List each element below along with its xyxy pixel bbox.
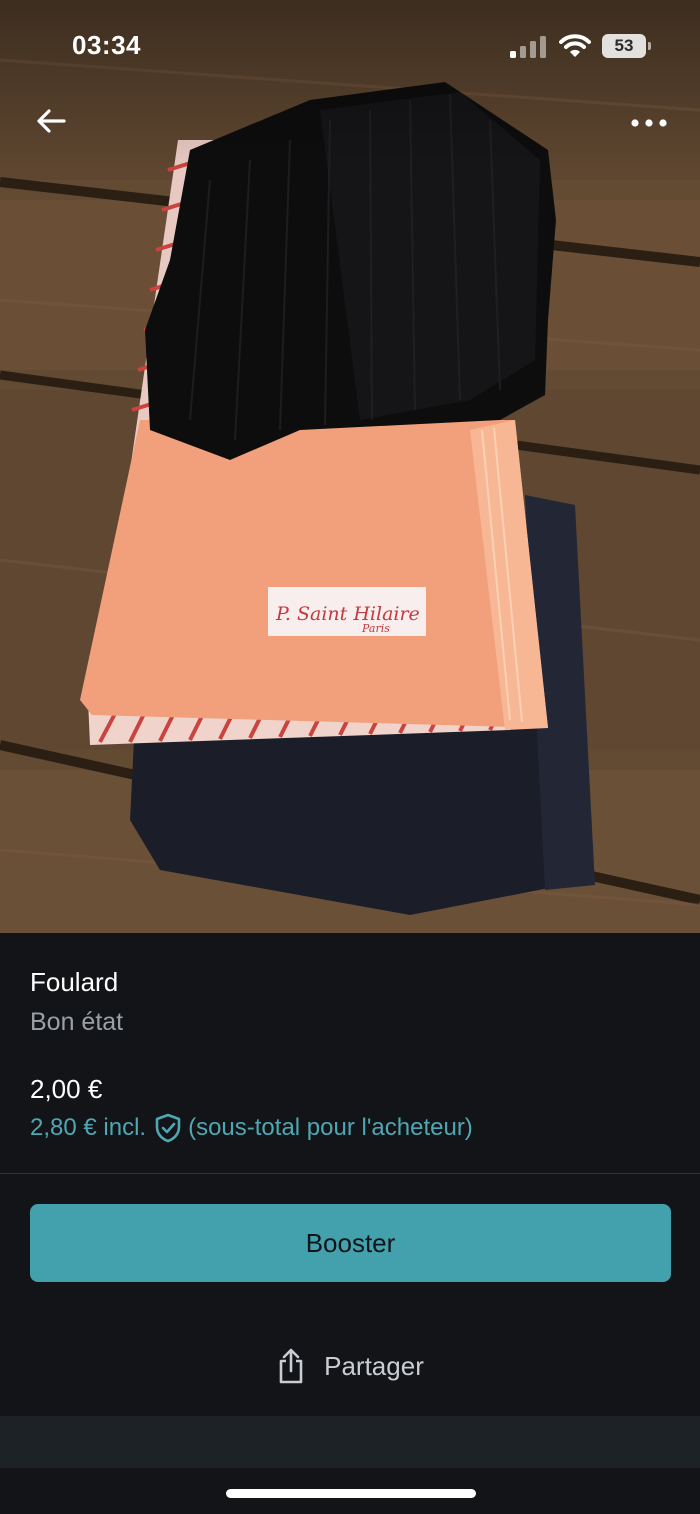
back-button[interactable] — [26, 98, 76, 144]
buyer-price-row[interactable]: 2,80 € incl. (sous-total pour l'acheteur… — [30, 1113, 473, 1143]
share-icon — [279, 1348, 303, 1384]
shield-check-icon — [155, 1113, 181, 1143]
item-title: Foulard — [30, 967, 119, 997]
more-options-button[interactable] — [622, 100, 676, 146]
product-photo-image: P. Saint Hilaire Paris — [0, 0, 700, 933]
status-time: 03:34 — [72, 30, 141, 60]
battery-icon: 53 — [602, 34, 651, 58]
divider — [0, 1173, 700, 1174]
svg-text:P. Saint Hilaire: P. Saint Hilaire — [275, 603, 420, 625]
buyer-price: 2,80 € incl. — [30, 1114, 147, 1141]
booster-button[interactable]: Booster — [30, 1204, 671, 1282]
booster-label: Booster — [305, 1227, 396, 1258]
home-indicator[interactable] — [226, 1489, 476, 1498]
product-photo[interactable]: P. Saint Hilaire Paris — [0, 0, 700, 933]
item-condition: Bon état — [30, 1008, 124, 1036]
bottom-bar — [0, 1416, 700, 1468]
item-info: Foulard Bon état 2,00 € 2,80 € incl. (so… — [0, 933, 700, 1173]
share-button[interactable]: Partager — [0, 1326, 700, 1406]
share-label: Partager — [324, 1350, 424, 1381]
wifi-icon — [559, 34, 591, 57]
signal-icon — [510, 36, 546, 58]
item-price: 2,00 € — [30, 1074, 103, 1104]
buyer-price-note: (sous-total pour l'acheteur) — [188, 1114, 473, 1141]
arrow-left-icon — [37, 109, 66, 133]
battery-level: 53 — [614, 36, 634, 55]
status-bar: 03:34 53 — [0, 0, 700, 90]
more-horizontal-icon — [631, 119, 667, 127]
item-detail-screen: P. Saint Hilaire Paris 03:34 53 Foulard … — [0, 0, 700, 1514]
svg-text:Paris: Paris — [361, 622, 390, 635]
